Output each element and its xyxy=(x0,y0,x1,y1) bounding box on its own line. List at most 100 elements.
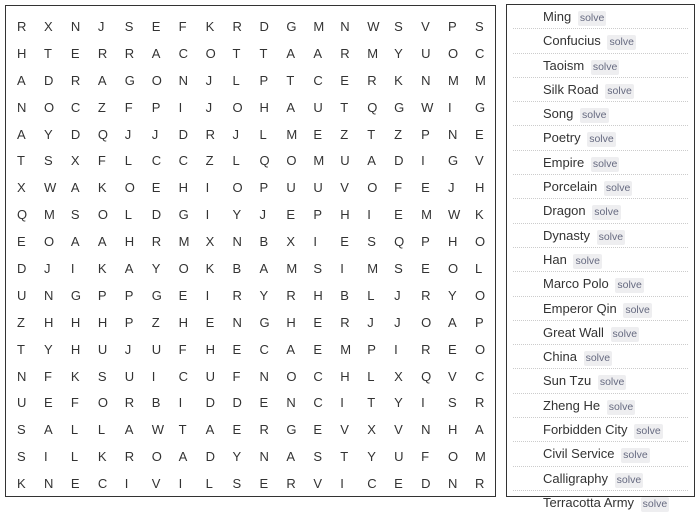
grid-cell[interactable]: D xyxy=(176,122,203,149)
grid-cell[interactable]: A xyxy=(95,68,122,95)
grid-cell[interactable]: K xyxy=(68,364,95,391)
grid-cell[interactable]: P xyxy=(95,283,122,310)
grid-cell[interactable]: M xyxy=(176,229,203,256)
grid-cell[interactable]: O xyxy=(472,283,499,310)
grid-cell[interactable]: S xyxy=(310,256,337,283)
grid-cell[interactable]: Q xyxy=(256,148,283,175)
grid-cell[interactable]: M xyxy=(310,14,337,41)
grid-cell[interactable]: A xyxy=(14,122,41,149)
grid-cell[interactable]: O xyxy=(283,364,310,391)
grid-cell[interactable]: U xyxy=(310,95,337,122)
grid-cell[interactable]: S xyxy=(122,14,149,41)
grid-cell[interactable]: S xyxy=(68,202,95,229)
grid-cell[interactable]: L xyxy=(256,122,283,149)
grid-cell[interactable]: M xyxy=(472,68,499,95)
grid-cell[interactable]: W xyxy=(364,14,391,41)
grid-cell[interactable]: Q xyxy=(14,202,41,229)
grid-cell[interactable]: Y xyxy=(391,390,418,417)
grid-cell[interactable]: I xyxy=(391,337,418,364)
grid-cell[interactable]: L xyxy=(230,68,257,95)
grid-cell[interactable]: A xyxy=(149,41,176,68)
grid-cell[interactable]: Z xyxy=(337,122,364,149)
grid-cell[interactable]: T xyxy=(14,148,41,175)
grid-cell[interactable]: T xyxy=(364,390,391,417)
grid-cell[interactable]: D xyxy=(203,444,230,471)
grid-cell[interactable]: H xyxy=(445,417,472,444)
grid-cell[interactable]: H xyxy=(14,41,41,68)
solve-button[interactable]: solve xyxy=(623,302,652,318)
grid-cell[interactable]: O xyxy=(176,256,203,283)
grid-cell[interactable]: C xyxy=(364,471,391,498)
grid-cell[interactable]: F xyxy=(176,337,203,364)
grid-cell[interactable]: R xyxy=(203,122,230,149)
grid-cell[interactable]: G xyxy=(68,283,95,310)
grid-cell[interactable]: E xyxy=(472,122,499,149)
grid-cell[interactable]: T xyxy=(364,122,391,149)
grid-cell[interactable]: K xyxy=(391,68,418,95)
grid-cell[interactable]: I xyxy=(364,202,391,229)
grid-cell[interactable]: N xyxy=(41,471,68,498)
grid-cell[interactable]: N xyxy=(230,310,257,337)
grid-cell[interactable]: Z xyxy=(14,310,41,337)
grid-cell[interactable]: J xyxy=(122,337,149,364)
grid-cell[interactable]: U xyxy=(14,283,41,310)
grid-cell[interactable]: K xyxy=(95,256,122,283)
grid-cell[interactable]: A xyxy=(203,417,230,444)
grid-cell[interactable]: O xyxy=(95,202,122,229)
grid-cell[interactable]: H xyxy=(68,310,95,337)
grid-cell[interactable]: I xyxy=(176,471,203,498)
grid-cell[interactable]: E xyxy=(418,175,445,202)
grid-cell[interactable]: M xyxy=(283,122,310,149)
grid-cell[interactable]: B xyxy=(149,390,176,417)
grid-cell[interactable]: I xyxy=(122,471,149,498)
grid-cell[interactable]: A xyxy=(122,417,149,444)
grid-cell[interactable]: B xyxy=(256,229,283,256)
grid-cell[interactable]: Z xyxy=(149,310,176,337)
solve-button[interactable]: solve xyxy=(640,496,670,512)
grid-cell[interactable]: V xyxy=(149,471,176,498)
grid-cell[interactable]: H xyxy=(68,337,95,364)
grid-cell[interactable]: G xyxy=(445,148,472,175)
grid-cell[interactable]: R xyxy=(230,14,257,41)
grid-cell[interactable]: R xyxy=(122,41,149,68)
grid-cell[interactable]: F xyxy=(418,444,445,471)
grid-cell[interactable]: C xyxy=(95,471,122,498)
grid-cell[interactable]: E xyxy=(256,390,283,417)
grid-cell[interactable]: H xyxy=(41,310,68,337)
grid-cell[interactable]: H xyxy=(122,229,149,256)
grid-cell[interactable]: G xyxy=(122,68,149,95)
grid-cell[interactable]: J xyxy=(122,122,149,149)
grid-cell[interactable]: M xyxy=(364,41,391,68)
grid-cell[interactable]: M xyxy=(364,256,391,283)
grid-cell[interactable]: I xyxy=(337,256,364,283)
grid-cell[interactable]: I xyxy=(149,364,176,391)
solve-button[interactable]: solve xyxy=(607,35,636,51)
grid-cell[interactable]: D xyxy=(41,68,68,95)
grid-cell[interactable]: V xyxy=(391,417,418,444)
grid-cell[interactable]: P xyxy=(122,283,149,310)
grid-cell[interactable]: O xyxy=(230,175,257,202)
grid-cell[interactable]: T xyxy=(230,41,257,68)
grid-cell[interactable]: L xyxy=(230,148,257,175)
grid-cell[interactable]: H xyxy=(337,364,364,391)
grid-cell[interactable]: W xyxy=(41,175,68,202)
grid-cell[interactable]: P xyxy=(149,95,176,122)
grid-cell[interactable]: E xyxy=(391,202,418,229)
grid-cell[interactable]: P xyxy=(418,122,445,149)
grid-cell[interactable]: X xyxy=(14,175,41,202)
grid-cell[interactable]: K xyxy=(95,175,122,202)
grid-cell[interactable]: U xyxy=(418,41,445,68)
grid-cell[interactable]: A xyxy=(176,444,203,471)
grid-cell[interactable]: I xyxy=(418,390,445,417)
grid-cell[interactable]: H xyxy=(176,175,203,202)
grid-cell[interactable]: F xyxy=(230,364,257,391)
grid-cell[interactable]: O xyxy=(230,95,257,122)
grid-cell[interactable]: V xyxy=(310,471,337,498)
grid-cell[interactable]: U xyxy=(14,390,41,417)
grid-cell[interactable]: J xyxy=(391,310,418,337)
grid-cell[interactable]: P xyxy=(122,310,149,337)
grid-cell[interactable]: R xyxy=(68,68,95,95)
grid-cell[interactable]: E xyxy=(310,122,337,149)
grid-cell[interactable]: N xyxy=(41,283,68,310)
grid-cell[interactable]: R xyxy=(283,471,310,498)
